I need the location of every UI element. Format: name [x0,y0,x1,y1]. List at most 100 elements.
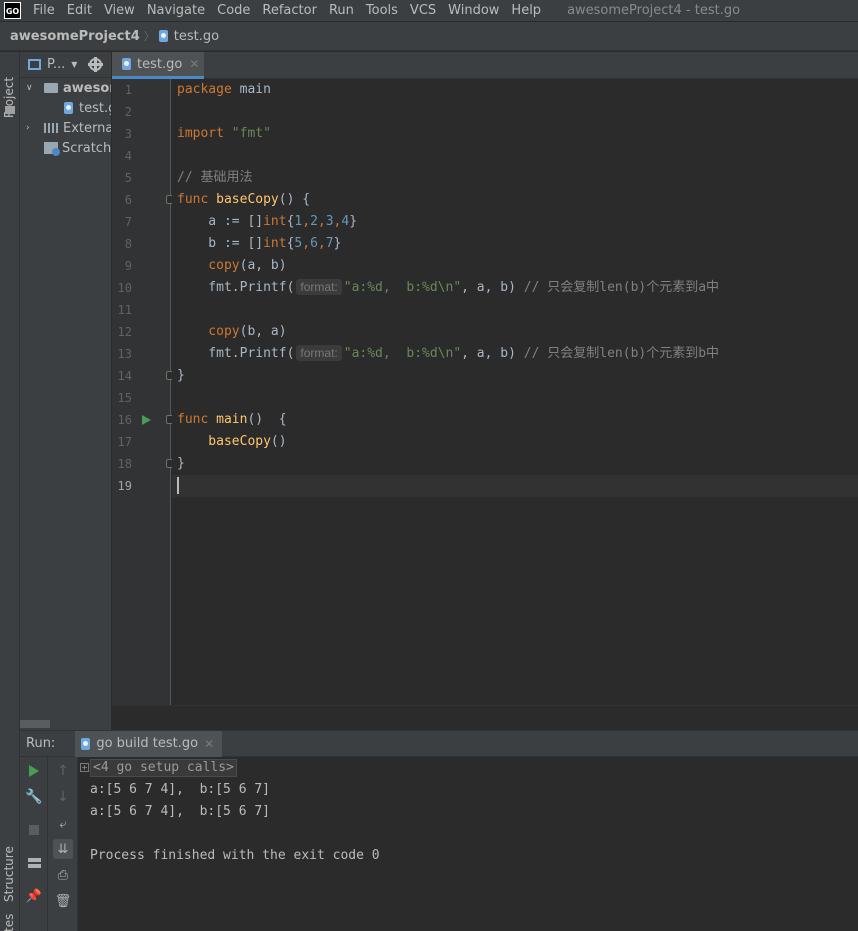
code-line: copy(a, b) [177,258,287,273]
chevron-down-icon[interactable]: ▼ [71,60,77,69]
menu-refactor[interactable]: Refactor [256,0,323,21]
tree-item-scratches[interactable]: Scratche [44,138,112,158]
go-file-icon [64,102,73,114]
menu-help[interactable]: Help [505,0,547,21]
chevron-right-icon[interactable]: › [26,123,36,133]
run-panel-label: Run: [26,736,56,751]
code-editor[interactable]: package main import "fmt" // 基础用法 func b… [172,79,858,705]
editor-bottom-area [112,705,858,730]
editor-gutter: 1 2 3 4 5 6 7 8 9 10 11 12 13 14 15 16 17 18 19 [112,79,175,705]
tree-item-label: External [63,120,112,136]
locate-file-icon[interactable] [88,57,104,72]
line-number: 19 [117,479,132,493]
code-line: func baseCopy() { [177,192,311,207]
code-line: baseCopy() [177,434,287,449]
menu-tools[interactable]: Tools [360,0,404,21]
next-occurrence-button[interactable]: ↓ [53,787,73,807]
tab-label: test.go [137,56,183,72]
tree-item-label: awesom [63,80,111,96]
go-file-icon [81,737,91,750]
folded-setup-calls[interactable]: <4 go setup calls> [90,759,237,777]
layout-icon [27,858,41,868]
menu-view[interactable]: View [98,0,141,21]
line-number: 17 [117,435,132,449]
line-number: 7 [124,215,132,229]
arrow-down-icon: ↓ [57,789,69,805]
menu-code[interactable]: Code [211,0,256,21]
menu-bar: GO File Edit View Navigate Code Refactor… [0,0,858,21]
console-exit-message: Process finished with the exit code 0 [90,848,380,863]
scroll-to-end-button[interactable]: ⇊ [53,839,73,859]
tab-test-go[interactable]: test.go ✕ [112,52,204,79]
rerun-button[interactable] [24,761,44,781]
pin-icon: 📌 [25,888,43,904]
line-number: 2 [124,105,132,119]
breadcrumb-project[interactable]: awesomeProject4 [10,29,140,44]
menu-window[interactable]: Window [442,0,505,21]
breadcrumb-file[interactable]: test.go [174,29,219,44]
tree-item-test-go[interactable]: test.g [64,98,111,118]
line-number: 9 [124,259,132,273]
favorites-tool-button[interactable]: tes [2,914,16,931]
menu-edit[interactable]: Edit [61,0,98,21]
line-number: 1 [124,83,132,97]
stop-icon [29,825,39,835]
line-number: 13 [117,347,132,361]
editor-tab-bar: test.go ✕ [112,52,858,79]
line-number: 18 [117,457,132,471]
code-line: } [177,368,185,383]
line-number: 8 [124,237,132,251]
menu-run[interactable]: Run [323,0,360,21]
code-line: import "fmt" [177,126,271,141]
goland-logo-icon: GO [4,2,21,19]
close-icon[interactable]: ✕ [189,57,199,71]
library-icon [44,123,58,133]
stop-button[interactable] [24,820,44,840]
clear-all-button[interactable]: 🗑 [53,891,73,911]
trash-icon: 🗑 [54,893,72,909]
horizontal-scrollbar[interactable] [20,720,50,728]
previous-occurrence-button[interactable]: ↑ [53,761,73,781]
tree-item-external-libraries[interactable]: › External [26,118,112,138]
soft-wrap-icon: ⤶ [59,816,67,832]
breadcrumb-separator-icon: 〉 [143,30,155,43]
line-number: 4 [124,149,132,163]
print-button[interactable]: ⎙ [53,865,73,885]
code-line: a := []int{1,2,3,4} [177,214,358,229]
arrow-up-icon: ↑ [57,763,69,779]
soft-wrap-button[interactable]: ⤶ [53,814,73,834]
console-output-line: a:[5 6 7 4], b:[5 6 7] [90,804,271,819]
tree-item-label: test.g [79,100,111,116]
tree-item-label: Scratche [62,140,112,156]
text-caret [177,477,179,494]
code-line: } [177,456,185,471]
run-console[interactable]: + <4 go setup calls> a:[5 6 7 4], b:[5 6… [78,757,858,931]
pin-tab-button[interactable]: 📌 [24,886,44,906]
close-icon[interactable]: ✕ [204,737,214,751]
line-number: 3 [124,127,132,141]
breadcrumb: awesomeProject4 〉 test.go [0,21,858,51]
chevron-down-icon[interactable]: ∨ [26,83,36,93]
line-number: 15 [117,391,132,405]
console-output-line: a:[5 6 7 4], b:[5 6 7] [90,782,271,797]
play-icon [29,765,39,777]
line-number: 11 [117,303,132,317]
edit-configuration-button[interactable]: 🔧 [24,787,44,807]
menu-file[interactable]: File [27,0,61,21]
window-title: awesomeProject4 - test.go [567,3,741,18]
restore-layout-button[interactable] [24,853,44,873]
go-file-icon [122,58,131,70]
project-view-selector[interactable]: P... [47,57,65,72]
parameter-hint: format: [296,345,342,361]
structure-tool-button[interactable]: Structure [2,822,16,902]
line-number: 16 [117,413,132,427]
parameter-hint: format: [296,279,342,295]
menu-vcs[interactable]: VCS [404,0,442,21]
run-toolbar-secondary: ↑ ↓ ⤶ ⇊ ⎙ 🗑 [48,757,78,931]
run-tab-go-build[interactable]: go build test.go ✕ [75,730,223,757]
tree-item-project-root[interactable]: ∨ awesom [26,78,111,98]
menu-navigate[interactable]: Navigate [141,0,211,21]
project-view-icon [28,59,41,70]
expand-icon[interactable]: + [80,763,89,772]
run-gutter-icon[interactable] [142,415,151,425]
